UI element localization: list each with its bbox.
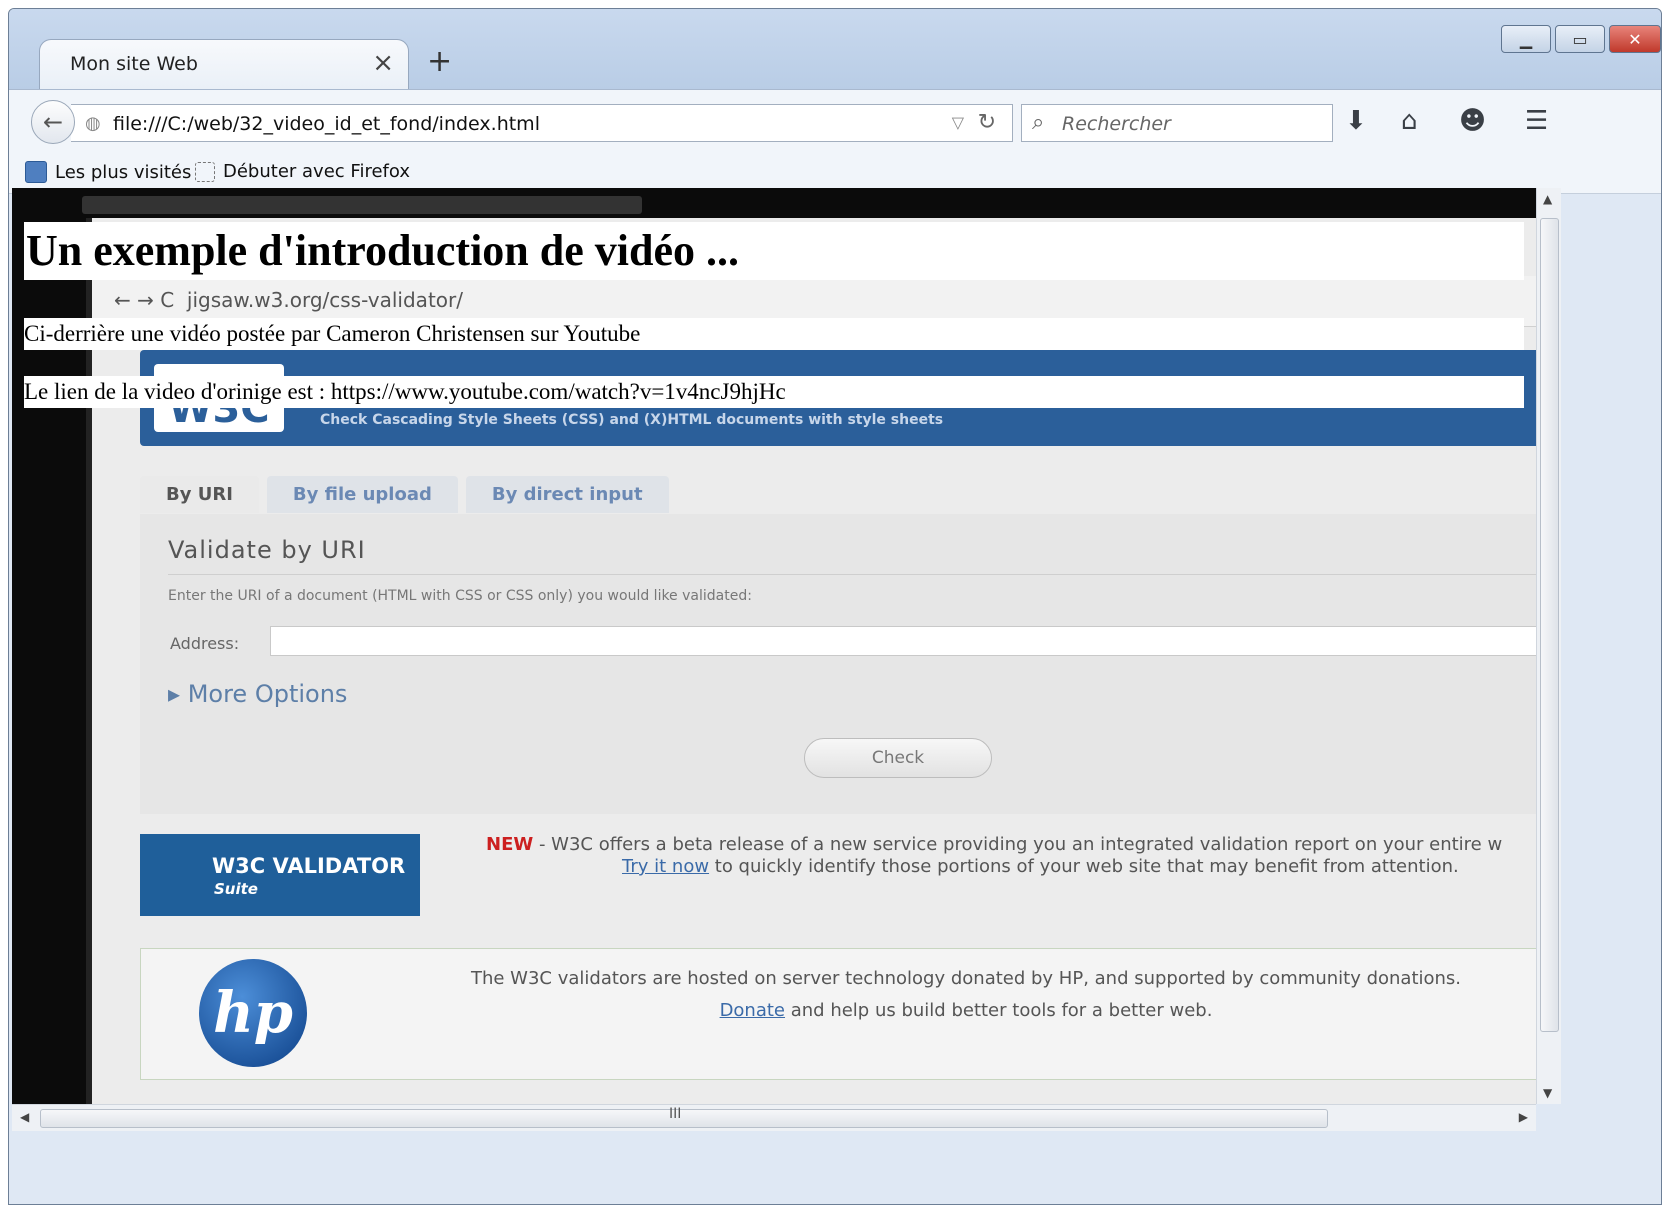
- vertical-scrollbar[interactable]: ▲ ▼: [1536, 188, 1561, 1104]
- video-tab: By URI: [140, 476, 259, 513]
- suite-title: W3C VALIDATOR: [212, 854, 406, 878]
- url-dropdown-icon[interactable]: ▽: [952, 113, 964, 132]
- chat-icon[interactable]: ☻: [1459, 106, 1486, 136]
- horizontal-scrollbar[interactable]: ◀ III ▶: [12, 1104, 1536, 1131]
- bookmark-getting-started[interactable]: Débuter avec Firefox: [195, 161, 410, 182]
- globe-icon: ◍: [85, 113, 101, 134]
- video-banner-subtitle: Check Cascading Style Sheets (CSS) and (…: [320, 412, 944, 428]
- video-panel: Validate by URI Enter the URI of a docum…: [140, 514, 1536, 814]
- navigation-bar: ◍ file:///C:/web/32_video_id_et_fond/ind…: [9, 89, 1661, 154]
- bookmark-most-visited[interactable]: Les plus visités: [25, 161, 191, 183]
- video-tab: By direct input: [465, 476, 669, 513]
- download-icon[interactable]: ⬇: [1345, 106, 1367, 136]
- video-validator-suite: W3C VALIDATOR Suite: [140, 834, 420, 916]
- video-new-notice: NEW - W3C offers a beta release of a new…: [486, 834, 1503, 877]
- minimize-button[interactable]: ▁: [1501, 25, 1551, 53]
- scroll-up-icon[interactable]: ▲: [1543, 192, 1552, 206]
- video-browser-frame: ← → C jigsaw.w3.org/css-validator/ W3C C…: [86, 218, 1536, 1104]
- divider: [168, 574, 1536, 575]
- window-controls: ▁ ▭ ✕: [1501, 25, 1661, 53]
- scroll-right-icon[interactable]: ▶: [1519, 1110, 1528, 1124]
- video-address: ← → C jigsaw.w3.org/css-validator/: [114, 288, 463, 312]
- scroll-left-icon[interactable]: ◀: [20, 1110, 29, 1124]
- search-bar[interactable]: ⌕: [1021, 104, 1333, 142]
- title-bar: Mon site Web × + ▁ ▭ ✕: [9, 9, 1661, 89]
- video-address-label: Address:: [170, 634, 240, 653]
- video-tabs: By URI By file upload By direct input: [140, 476, 669, 513]
- tab-close-icon[interactable]: ×: [372, 48, 394, 78]
- search-icon: ⌕: [1032, 110, 1045, 135]
- hamburger-menu-icon[interactable]: ☰: [1525, 106, 1548, 136]
- video-tab: By file upload: [266, 476, 458, 513]
- url-bar[interactable]: ◍ file:///C:/web/32_video_id_et_fond/ind…: [71, 104, 1013, 142]
- new-tab-icon[interactable]: +: [427, 47, 452, 77]
- vertical-scroll-thumb[interactable]: [1540, 218, 1559, 1032]
- video-panel-title: Validate by URI: [168, 536, 366, 564]
- suite-subtitle: Suite: [214, 880, 258, 898]
- page-viewport: ← → C jigsaw.w3.org/css-validator/ W3C C…: [12, 188, 1536, 1104]
- most-visited-icon: [25, 161, 47, 183]
- browser-tab[interactable]: Mon site Web ×: [39, 39, 409, 89]
- folder-icon: [195, 161, 215, 182]
- close-window-button[interactable]: ✕: [1609, 25, 1661, 53]
- reload-icon[interactable]: ↻: [978, 110, 996, 135]
- horizontal-scroll-thumb[interactable]: III: [40, 1106, 1328, 1128]
- video-link-paragraph: Le lien de la video d'orinige est : http…: [24, 376, 1524, 408]
- maximize-button[interactable]: ▭: [1555, 25, 1605, 53]
- video-hp-box: hp The W3C validators are hosted on serv…: [140, 948, 1536, 1080]
- bookmark-label: Débuter avec Firefox: [223, 161, 410, 182]
- back-arrow-icon: ←: [42, 108, 64, 136]
- bookmark-label: Les plus visités: [55, 161, 192, 183]
- video-more-options: ▸ More Options: [168, 680, 348, 708]
- grip-icon: III: [669, 1106, 682, 1122]
- video-hp-text: The W3C validators are hosted on server …: [470, 968, 1462, 1021]
- hp-logo: hp: [199, 959, 307, 1067]
- video-check-button: Check: [804, 738, 992, 778]
- back-button[interactable]: ←: [31, 100, 75, 144]
- home-icon[interactable]: ⌂: [1401, 106, 1418, 136]
- intro-paragraph: Ci-derrière une vidéo postée par Cameron…: [24, 318, 1524, 350]
- scroll-down-icon[interactable]: ▼: [1543, 1086, 1552, 1100]
- search-input[interactable]: [1060, 109, 1324, 139]
- video-panel-hint: Enter the URI of a document (HTML with C…: [168, 588, 752, 604]
- page-heading: Un exemple d'introduction de vidéo ...: [24, 222, 1524, 280]
- url-text[interactable]: file:///C:/web/32_video_id_et_fond/index…: [113, 113, 540, 135]
- video-address-field: [270, 626, 1536, 656]
- tab-title: Mon site Web: [70, 53, 198, 75]
- video-titlebar: [82, 196, 642, 214]
